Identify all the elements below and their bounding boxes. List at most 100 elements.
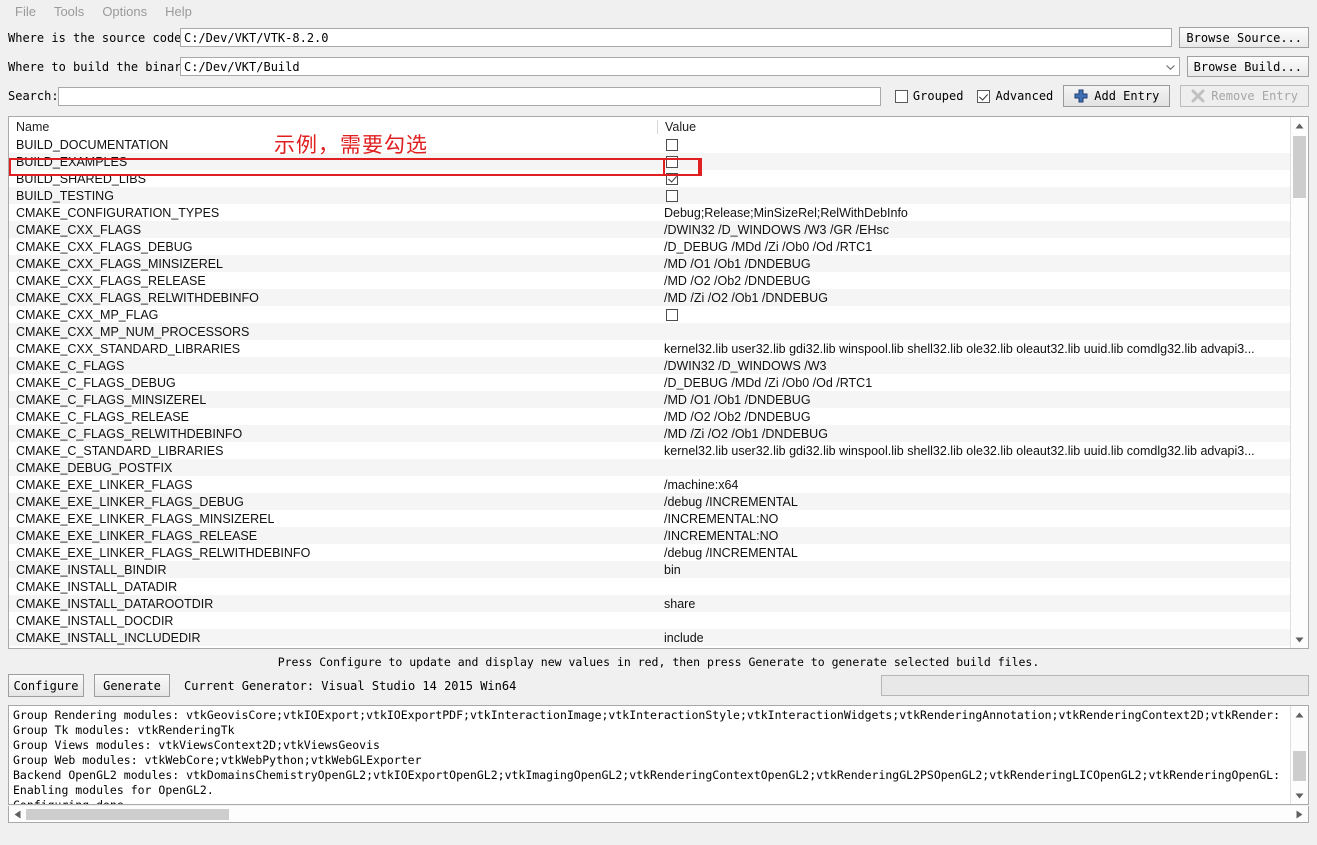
cell-checkbox[interactable]	[666, 308, 678, 321]
cell-checkbox[interactable]	[666, 172, 678, 185]
scroll-up-button[interactable]	[1291, 117, 1308, 134]
table-row[interactable]: BUILD_SHARED_LIBS	[9, 170, 1290, 187]
cell-variable-value[interactable]: /DWIN32 /D_WINDOWS /W3	[657, 359, 1290, 373]
cell-variable-value[interactable]: include	[657, 631, 1290, 645]
cell-variable-value[interactable]: /MD /O2 /Ob2 /DNDEBUG	[657, 410, 1290, 424]
table-row[interactable]: BUILD_EXAMPLES	[9, 153, 1290, 170]
cell-variable-value[interactable]: /MD /O1 /Ob1 /DNDEBUG	[657, 393, 1290, 407]
table-row[interactable]: CMAKE_INSTALL_DOCDIR	[9, 612, 1290, 629]
table-row[interactable]: CMAKE_CXX_FLAGS_RELEASE/MD /O2 /Ob2 /DND…	[9, 272, 1290, 289]
table-row[interactable]: CMAKE_INSTALL_DATAROOTDIR share	[9, 595, 1290, 612]
table-row[interactable]: CMAKE_INSTALL_BINDIR bin	[9, 561, 1290, 578]
table-row[interactable]: CMAKE_C_FLAGS_RELWITHDEBINFO/MD /Zi /O2 …	[9, 425, 1290, 442]
menu-file[interactable]: File	[6, 2, 45, 21]
cell-variable-value[interactable]: /MD /Zi /O2 /Ob1 /DNDEBUG	[657, 291, 1290, 305]
table-row[interactable]: BUILD_TESTING	[9, 187, 1290, 204]
cell-variable-value[interactable]: /INCREMENTAL:NO	[657, 529, 1290, 543]
table-row[interactable]: CMAKE_CXX_STANDARD_LIBRARIES kernel32.lib…	[9, 340, 1290, 357]
cell-variable-value[interactable]: /machine:x64	[657, 478, 1290, 492]
table-row[interactable]: CMAKE_INSTALL_DATADIR	[9, 578, 1290, 595]
table-row[interactable]: CMAKE_C_FLAGS_DEBUG/D_DEBUG /MDd /Zi /Ob…	[9, 374, 1290, 391]
log-scroll-down-button[interactable]	[1291, 787, 1308, 804]
table-row[interactable]: CMAKE_C_STANDARD_LIBRARIES kernel32.lib u…	[9, 442, 1290, 459]
table-row[interactable]: CMAKE_CXX_MP_FLAG	[9, 306, 1290, 323]
log-scroll-track[interactable]	[1291, 723, 1308, 787]
advanced-checkbox-box[interactable]	[977, 89, 991, 103]
log-horizontal-scrollbar[interactable]	[8, 806, 1309, 823]
cell-value-text: /debug /INCREMENTAL	[664, 494, 798, 509]
table-row[interactable]: CMAKE_C_FLAGS_RELEASE/MD /O2 /Ob2 /DNDEB…	[9, 408, 1290, 425]
configure-button[interactable]: Configure	[8, 674, 84, 697]
cell-variable-value[interactable]: /D_DEBUG /MDd /Zi /Ob0 /Od /RTC1	[657, 240, 1290, 254]
build-input[interactable]: C:/Dev/VKT/Build	[180, 57, 1180, 76]
table-row[interactable]: CMAKE_C_FLAGS_MINSIZEREL/MD /O1 /Ob1 /DN…	[9, 391, 1290, 408]
table-row[interactable]: CMAKE_C_FLAGS /DWIN32 /D_WINDOWS /W3	[9, 357, 1290, 374]
cell-checkbox[interactable]	[666, 189, 678, 202]
table-row[interactable]: CMAKE_EXE_LINKER_FLAGS_DEBUG/debug /INCR…	[9, 493, 1290, 510]
cell-variable-value[interactable]	[657, 308, 1290, 321]
search-input[interactable]	[58, 86, 881, 106]
table-row[interactable]: CMAKE_CXX_FLAGS /DWIN32 /D_WINDOWS /W3 /…	[9, 221, 1290, 238]
cell-checkbox[interactable]	[666, 155, 678, 168]
cell-variable-value[interactable]	[657, 155, 1290, 168]
table-row[interactable]: CMAKE_CXX_MP_NUM_PROCESSORS	[9, 323, 1290, 340]
source-input[interactable]: C:/Dev/VKT/VTK-8.2.0	[180, 28, 1173, 47]
add-entry-button[interactable]: Add Entry	[1063, 85, 1171, 107]
cell-variable-value[interactable]: /INCREMENTAL:NO	[657, 512, 1290, 526]
table-row[interactable]: CMAKE_CXX_FLAGS_DEBUG/D_DEBUG /MDd /Zi /…	[9, 238, 1290, 255]
cell-variable-value[interactable]: share	[657, 597, 1290, 611]
cell-variable-value[interactable]: /D_DEBUG /MDd /Zi /Ob0 /Od /RTC1	[657, 376, 1290, 390]
cell-variable-value[interactable]: /DWIN32 /D_WINDOWS /W3 /GR /EHsc	[657, 223, 1290, 237]
log-scroll-up-button[interactable]	[1291, 706, 1308, 723]
chevron-down-icon[interactable]	[1165, 64, 1175, 70]
cell-variable-value[interactable]: /MD /O1 /Ob1 /DNDEBUG	[657, 257, 1290, 271]
log-scroll-thumb[interactable]	[1293, 751, 1306, 781]
cell-variable-value[interactable]: /MD /Zi /O2 /Ob1 /DNDEBUG	[657, 427, 1290, 441]
table-row[interactable]: CMAKE_DEBUG_POSTFIX	[9, 459, 1290, 476]
source-row: Where is the source code: C:/Dev/VKT/VTK…	[8, 23, 1309, 52]
log-scroll-left-button[interactable]	[9, 807, 26, 822]
cell-variable-value[interactable]: /debug /INCREMENTAL	[657, 546, 1290, 560]
output-log-lines[interactable]: Group Rendering modules: vtkGeovisCore;v…	[9, 706, 1290, 804]
scroll-down-button[interactable]	[1291, 631, 1308, 648]
cell-variable-value[interactable]	[657, 138, 1290, 151]
remove-entry-button[interactable]: Remove Entry	[1180, 85, 1309, 107]
cell-variable-value[interactable]: /MD /O2 /Ob2 /DNDEBUG	[657, 274, 1290, 288]
grouped-checkbox-box[interactable]	[894, 89, 908, 103]
cell-variable-value[interactable]: kernel32.lib user32.lib gdi32.lib winspo…	[657, 342, 1290, 356]
scroll-track[interactable]	[1291, 134, 1308, 631]
column-header-value[interactable]: Value	[657, 119, 1290, 134]
scroll-thumb[interactable]	[1293, 136, 1306, 198]
log-hscroll-thumb[interactable]	[26, 808, 229, 820]
log-hscroll-track[interactable]	[26, 807, 1291, 822]
grouped-checkbox[interactable]: Grouped	[894, 89, 963, 103]
table-row[interactable]: CMAKE_EXE_LINKER_FLAGS_MINSIZEREL/INCREM…	[9, 510, 1290, 527]
cell-variable-value[interactable]	[657, 172, 1290, 185]
cell-checkbox[interactable]	[666, 138, 678, 151]
menu-help[interactable]: Help	[156, 2, 201, 21]
table-row[interactable]: CMAKE_EXE_LINKER_FLAGS_RELWITHDEBINFO/de…	[9, 544, 1290, 561]
menu-options[interactable]: Options	[93, 2, 156, 21]
cell-variable-value[interactable]: /debug /INCREMENTAL	[657, 495, 1290, 509]
browse-source-button[interactable]: Browse Source...	[1179, 27, 1309, 48]
log-vertical-scrollbar[interactable]	[1290, 706, 1308, 804]
log-scroll-right-button[interactable]	[1291, 807, 1308, 822]
table-row[interactable]: CMAKE_CXX_FLAGS_MINSIZEREL/MD /O1 /Ob1 /…	[9, 255, 1290, 272]
table-row[interactable]: CMAKE_EXE_LINKER_FLAGS_RELEASE/INCREMENT…	[9, 527, 1290, 544]
table-row[interactable]: CMAKE_CXX_FLAGS_RELWITHDEBINFO/MD /Zi /O…	[9, 289, 1290, 306]
table-row[interactable]: CMAKE_EXE_LINKER_FLAGS /machine:x64	[9, 476, 1290, 493]
generate-button[interactable]: Generate	[94, 674, 170, 697]
current-generator-label: Current Generator: Visual Studio 14 2015…	[184, 678, 517, 693]
advanced-checkbox[interactable]: Advanced	[977, 89, 1053, 103]
cell-variable-value[interactable]: bin	[657, 563, 1290, 577]
cell-variable-value[interactable]: Debug;Release;MinSizeRel;RelWithDebInfo	[657, 206, 1290, 220]
browse-build-button[interactable]: Browse Build...	[1186, 56, 1309, 77]
cell-variable-value[interactable]: kernel32.lib user32.lib gdi32.lib winspo…	[657, 444, 1290, 458]
table-row[interactable]: CMAKE_CONFIGURATION_TYPES Debug;Release;M…	[9, 204, 1290, 221]
cell-variable-value[interactable]	[657, 189, 1290, 202]
table-vertical-scrollbar[interactable]	[1290, 117, 1308, 648]
menu-tools[interactable]: Tools	[45, 2, 93, 21]
cell-variable-name: CMAKE_EXE_LINKER_FLAGS_DEBUG	[16, 494, 244, 509]
table-row[interactable]: BUILD_DOCUMENTATION	[9, 136, 1290, 153]
table-row[interactable]: CMAKE_INSTALL_INCLUDEDIR include	[9, 629, 1290, 646]
